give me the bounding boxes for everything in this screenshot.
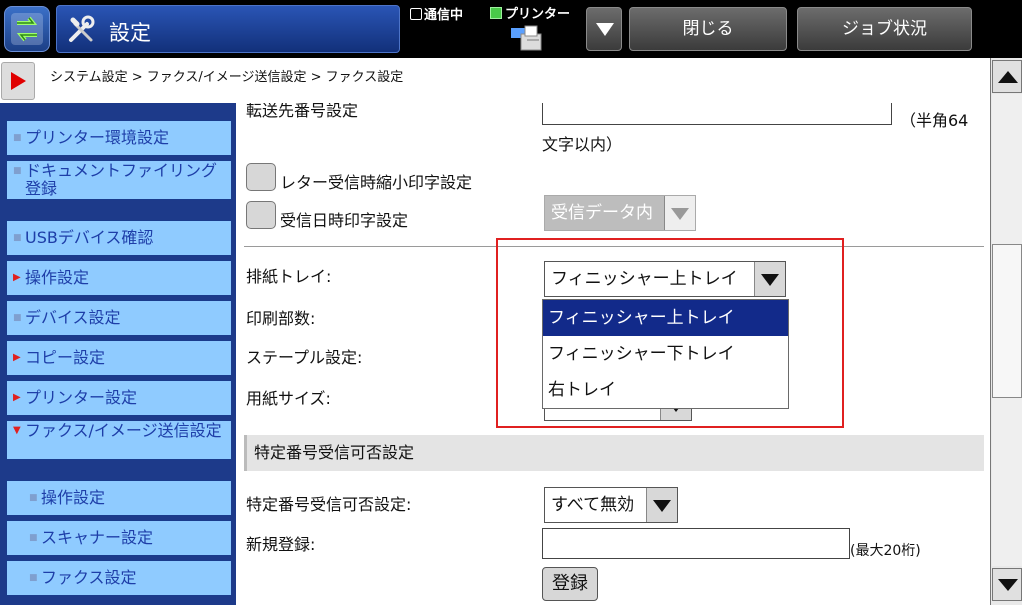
sidebar-item-label: スキャナー設定 [41, 528, 154, 547]
comm-status-label: 通信中 [424, 8, 464, 23]
square-bullet-icon: ■ [13, 166, 22, 176]
forward-number-note-1: （半角64 [900, 111, 969, 130]
comm-status-box-icon [410, 8, 422, 20]
forward-number-label: 転送先番号設定 [246, 103, 359, 120]
top-bar: 設定 通信中 プリンター 閉じる ジョブ状況 [0, 0, 1022, 58]
sidebar-item-label: 操作設定 [41, 488, 106, 507]
sidebar-item-label: デバイス設定 [25, 308, 121, 327]
scroll-up-icon[interactable] [992, 60, 1022, 93]
red-arrow-down-icon: ▼ [13, 425, 21, 436]
sidebar-item-scanner[interactable]: ■ スキャナー設定 [6, 520, 232, 556]
staple-label: ステープル設定: [246, 348, 363, 367]
square-bullet-icon: ■ [29, 573, 38, 583]
sidebar-item-operation[interactable]: ▶ 操作設定 [6, 260, 232, 296]
recv-datetime-select: 受信データ内 [544, 195, 696, 231]
specific-number-select[interactable]: すべて無効 [544, 487, 678, 523]
copies-label: 印刷部数: [246, 309, 316, 328]
sidebar-item-label: プリンター設定 [25, 388, 138, 407]
specific-number-select-value: すべて無効 [551, 495, 635, 515]
recv-datetime-label: 受信日時印字設定 [280, 211, 409, 230]
home-switch-icon[interactable] [4, 6, 50, 52]
recv-datetime-checkbox[interactable] [246, 201, 276, 229]
printer-status-icon [509, 24, 543, 52]
scrollbar[interactable] [990, 58, 1022, 605]
sidebar-item-printer[interactable]: ▶ プリンター設定 [6, 380, 232, 416]
sidebar-item-usb[interactable]: ■ USBデバイス確認 [6, 220, 232, 256]
sidebar-item-label: ファクス設定 [41, 568, 137, 587]
red-highlight-box [496, 238, 844, 428]
settings-content: 転送先番号設定 （半角64 文字以内） レター受信時縮小印字設定 受信日時印字設… [236, 103, 990, 605]
square-bullet-icon: ■ [29, 493, 38, 503]
forward-number-note-2: 文字以内） [542, 135, 623, 154]
sidebar-item-label: USBデバイス確認 [25, 228, 154, 247]
sidebar-item-label: 操作設定 [25, 268, 90, 287]
square-bullet-icon: ■ [13, 313, 22, 323]
new-registration-input[interactable] [542, 528, 850, 559]
sidebar: ■ プリンター環境設定 ■ ドキュメントファイリング登録 ■ USBデバイス確認 ▶ 操… [0, 103, 236, 605]
title-bar: 設定 [56, 5, 400, 53]
register-button[interactable]: 登録 [542, 567, 598, 601]
section-header: 特定番号受信可否設定 [244, 435, 984, 471]
scroll-down-icon[interactable] [992, 568, 1022, 601]
red-play-arrow-icon [11, 72, 26, 90]
breadcrumb-text: システム設定 > ファクス/イメージ送信設定 > ファクス設定 [50, 70, 404, 85]
sidebar-item-fax[interactable]: ■ ファクス設定 [6, 560, 232, 596]
recv-datetime-select-value: 受信データ内 [551, 203, 653, 223]
square-bullet-icon: ■ [13, 233, 22, 243]
page-title: 設定 [109, 21, 151, 45]
output-tray-label: 排紙トレイ: [246, 267, 332, 286]
comm-status: 通信中 [410, 4, 463, 23]
letter-reduce-checkbox[interactable] [246, 163, 276, 191]
printer-status: プリンター [490, 3, 570, 22]
new-registration-label: 新規登録: [246, 535, 316, 554]
sidebar-item-label: プリンター環境設定 [25, 128, 170, 147]
sidebar-item-device[interactable]: ■ デバイス設定 [6, 300, 232, 336]
sidebar-item-printer-env[interactable]: ■ プリンター環境設定 [6, 120, 232, 156]
new-registration-note: (最大20桁) [850, 543, 921, 559]
letter-reduce-label: レター受信時縮小印字設定 [280, 173, 473, 192]
sidebar-item-fax-image[interactable]: ▼ ファクス/イメージ送信設定 [6, 420, 232, 460]
paper-size-label: 用紙サイズ: [246, 389, 331, 408]
header-dropdown-button[interactable] [586, 7, 622, 51]
red-arrow-right-icon: ▶ [13, 392, 21, 403]
triangle-down-icon [646, 488, 677, 522]
forward-number-input[interactable] [542, 103, 892, 125]
tools-icon [65, 14, 97, 46]
scrollbar-thumb[interactable] [992, 244, 1022, 398]
sidebar-item-label: コピー設定 [25, 348, 106, 367]
red-arrow-right-icon: ▶ [13, 272, 21, 283]
specific-number-label: 特定番号受信可否設定: [246, 495, 412, 514]
breadcrumb: システム設定 > ファクス/イメージ送信設定 > ファクス設定 [0, 58, 990, 103]
sidebar-item-doc-filing[interactable]: ■ ドキュメントファイリング登録 [6, 160, 232, 200]
printer-led-icon [490, 7, 502, 19]
sidebar-item-label: ドキュメントファイリング登録 [25, 161, 218, 198]
printer-status-label: プリンター [505, 7, 571, 22]
triangle-down-icon [664, 196, 695, 230]
sidebar-item-label: ファクス/イメージ送信設定 [25, 421, 222, 440]
red-arrow-right-icon: ▶ [13, 352, 21, 363]
triangle-down-icon [596, 23, 614, 36]
sidebar-item-copy[interactable]: ▶ コピー設定 [6, 340, 232, 376]
square-bullet-icon: ■ [13, 133, 22, 143]
close-button[interactable]: 閉じる [629, 7, 787, 51]
back-button[interactable] [1, 62, 35, 100]
job-status-button[interactable]: ジョブ状況 [797, 7, 972, 51]
sidebar-item-sub-operation[interactable]: ■ 操作設定 [6, 480, 232, 516]
square-bullet-icon: ■ [29, 533, 38, 543]
